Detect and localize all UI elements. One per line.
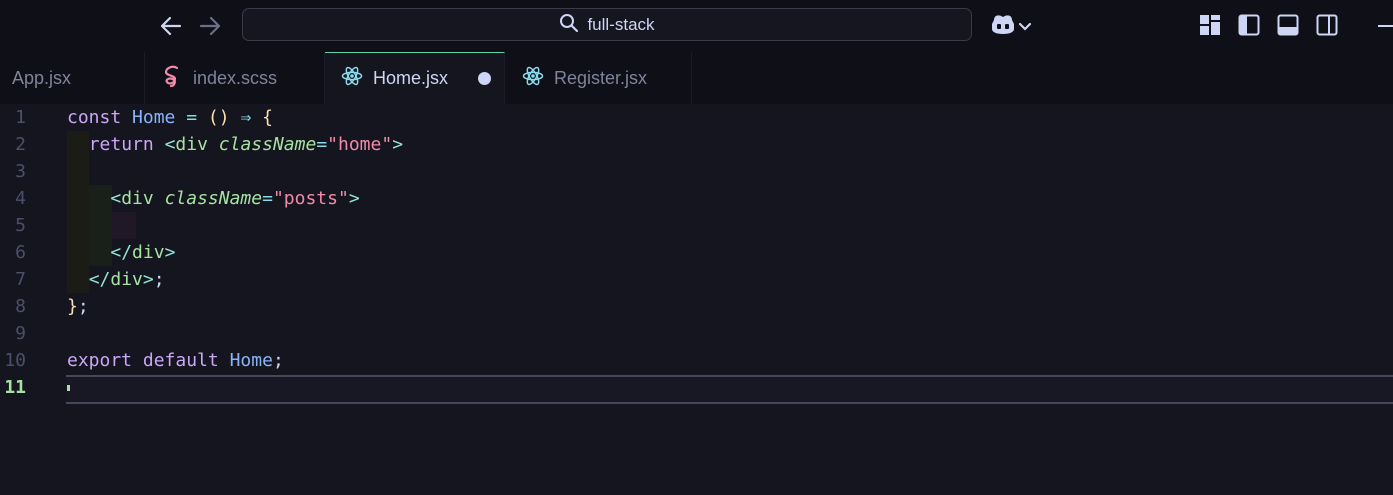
- react-icon: [341, 65, 363, 92]
- editor-tab-bar: App.jsx index.scss Home.jsx Register.jsx: [0, 52, 1393, 104]
- tab-label: index.scss: [193, 67, 278, 88]
- tab-label: Home.jsx: [373, 68, 449, 88]
- tab-label: App.jsx: [12, 67, 72, 88]
- tab-home-jsx[interactable]: Home.jsx: [325, 52, 505, 104]
- toggle-primary-sidebar-icon[interactable]: [1237, 13, 1261, 37]
- line-number: 3: [15, 161, 26, 182]
- line-number: 1: [15, 107, 26, 128]
- code-line: 8 };: [0, 293, 1393, 320]
- code-line: 6 </div>: [0, 239, 1393, 266]
- search-text: full-stack: [587, 14, 655, 34]
- copilot-icon: [990, 12, 1016, 40]
- code-editor[interactable]: 1 const Home = () ⇒ { 2 return <div clas…: [0, 104, 1393, 495]
- line-number: 2: [15, 134, 26, 155]
- code-line: 5: [0, 212, 1393, 239]
- toggle-secondary-sidebar-icon[interactable]: [1315, 13, 1339, 37]
- line-number: 4: [15, 188, 26, 209]
- line-number: 9: [15, 323, 26, 344]
- toggle-panel-icon[interactable]: [1276, 13, 1300, 37]
- code-line: 7 </div>;: [0, 266, 1393, 293]
- copilot-button[interactable]: [990, 12, 1032, 40]
- code-line: 3: [0, 158, 1393, 185]
- tab-index-scss[interactable]: index.scss: [145, 52, 325, 104]
- tab-label: Register.jsx: [554, 67, 648, 88]
- chevron-down-icon[interactable]: [1018, 17, 1032, 36]
- customize-layout-icon[interactable]: [1198, 13, 1222, 37]
- tab-register-jsx[interactable]: Register.jsx: [505, 52, 692, 104]
- arrow-left-icon[interactable]: [158, 13, 184, 39]
- command-center-search[interactable]: full-stack: [242, 8, 972, 41]
- code-line: 1 const Home = () ⇒ {: [0, 104, 1393, 131]
- search-icon: [559, 13, 579, 37]
- unsaved-changes-dot-icon[interactable]: [478, 72, 492, 85]
- react-icon: [522, 65, 544, 92]
- line-number: 5: [15, 215, 26, 236]
- line-number: 6: [15, 242, 26, 263]
- code-line: 4 <div className="posts">: [0, 185, 1393, 212]
- code-line: 11: [0, 374, 1393, 401]
- code-line: 2 return <div className="home">: [0, 131, 1393, 158]
- line-number: 10: [4, 350, 26, 371]
- sass-icon: [163, 65, 183, 92]
- tab-app-jsx[interactable]: App.jsx: [0, 52, 145, 104]
- line-number: 7: [15, 269, 26, 290]
- code-line: 9: [0, 320, 1393, 347]
- line-number: 11: [4, 377, 26, 398]
- title-bar: full-stack: [0, 0, 1393, 52]
- code-line: 10 export default Home;: [0, 347, 1393, 374]
- arrow-right-icon[interactable]: [197, 13, 223, 39]
- minimize-icon[interactable]: [1378, 25, 1393, 27]
- line-number: 8: [15, 296, 26, 317]
